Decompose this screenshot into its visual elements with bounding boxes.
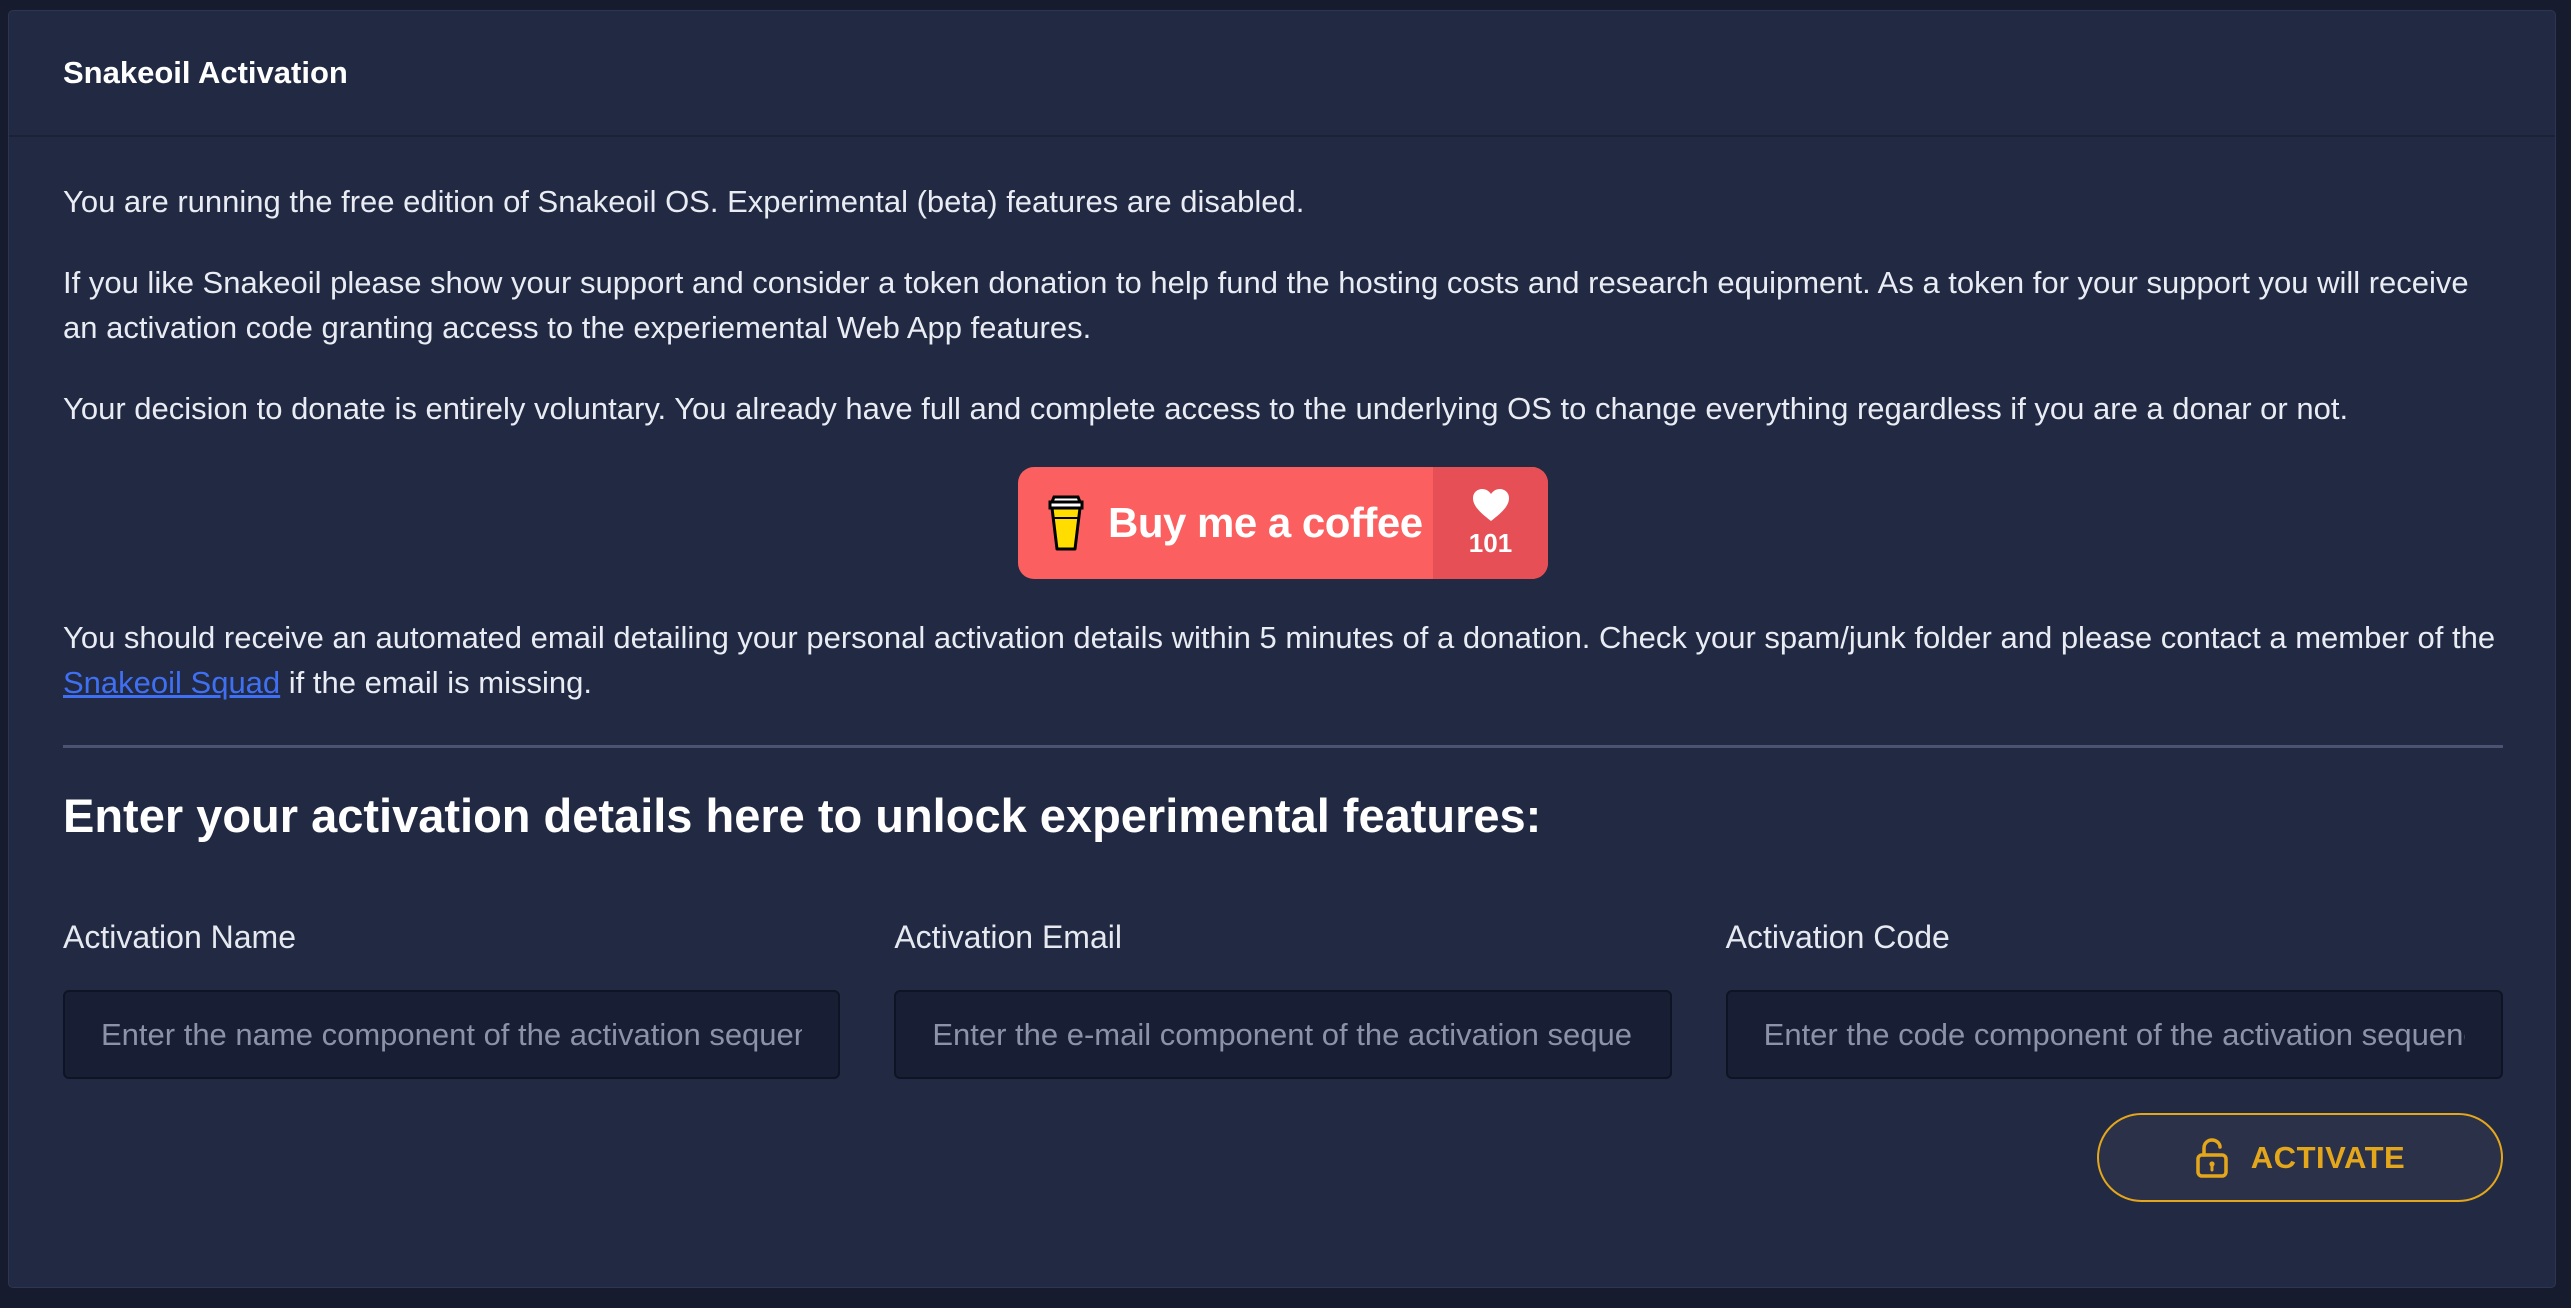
- activation-name-field-group: Activation Name: [63, 919, 841, 1079]
- coffee-button-wrapper: Buy me a coffee 101: [63, 467, 2503, 579]
- activation-email-field-group: Activation Email: [894, 919, 1672, 1079]
- activation-name-label: Activation Name: [63, 919, 296, 955]
- section-divider: [63, 745, 2503, 748]
- buy-me-a-coffee-button[interactable]: Buy me a coffee 101: [1018, 467, 1548, 579]
- activation-card: Snakeoil Activation You are running the …: [8, 10, 2556, 1288]
- activation-code-input[interactable]: [1725, 990, 2503, 1079]
- activation-fields: Activation Name Activation Email Activat…: [63, 919, 2503, 1079]
- intro-paragraph-2: If you like Snakeoil please show your su…: [63, 265, 2469, 345]
- card-header: Snakeoil Activation: [9, 11, 2555, 137]
- intro-paragraph-3: Your decision to donate is entirely volu…: [63, 391, 2349, 426]
- email-note-text-after: if the email is missing.: [280, 665, 592, 700]
- activation-email-label: Activation Email: [894, 919, 1122, 955]
- activate-button[interactable]: ACTIVATE: [2097, 1113, 2503, 1202]
- activation-email-input[interactable]: [894, 990, 1672, 1079]
- form-actions: ACTIVATE: [63, 1113, 2503, 1202]
- card-title: Snakeoil Activation: [63, 55, 348, 90]
- activation-name-input[interactable]: [63, 990, 841, 1079]
- activation-code-field-group: Activation Code: [1725, 919, 2503, 1079]
- activation-form-title: Enter your activation details here to un…: [63, 789, 1542, 842]
- heart-icon: [1472, 488, 1509, 521]
- coffee-button-label: Buy me a coffee: [1108, 499, 1423, 546]
- card-body: You are running the free edition of Snak…: [9, 137, 2555, 1202]
- activate-button-label: ACTIVATE: [2250, 1139, 2406, 1175]
- unlock-icon: [2196, 1137, 2228, 1178]
- intro-paragraph-1: You are running the free edition of Snak…: [63, 184, 1305, 219]
- coffee-cup-icon: [1048, 495, 1084, 551]
- email-note-text-before: You should receive an automated email de…: [63, 620, 2496, 655]
- snakeoil-squad-link[interactable]: Snakeoil Squad: [63, 665, 280, 700]
- coffee-count-segment: 101: [1433, 467, 1548, 579]
- supporter-count: 101: [1468, 527, 1513, 558]
- email-note-paragraph: You should receive an automated email de…: [63, 615, 2503, 705]
- activation-code-label: Activation Code: [1725, 919, 1950, 955]
- coffee-main-segment: Buy me a coffee: [1018, 467, 1433, 579]
